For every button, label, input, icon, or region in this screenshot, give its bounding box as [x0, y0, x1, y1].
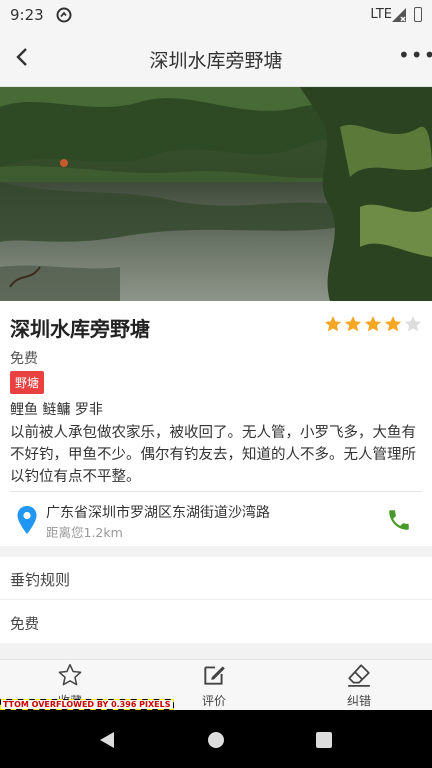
rules-value: 免费	[10, 617, 39, 633]
star-outline-icon	[58, 663, 82, 686]
spot-type-badge: 野塘	[10, 371, 45, 394]
report-error-label: 纠错	[346, 694, 371, 708]
review-button[interactable]: 评价	[174, 662, 254, 709]
location-pin-icon	[17, 506, 37, 534]
star-filled-icon	[344, 316, 362, 332]
spot-info-card: 深圳水库旁野塘 免费 野塘 鲤鱼 鲢鳙 罗非 以前被人承包做农家乐，被收回了。无…	[0, 301, 432, 546]
rating-stars	[324, 315, 422, 333]
overflow-warning-text: TTOM OVERFLOWED BY 0.396 PIXELS	[1, 700, 173, 709]
divider	[10, 491, 422, 492]
star-filled-icon	[364, 316, 382, 332]
divider	[0, 599, 432, 600]
fish-species: 鲤鱼 鲢鳙 罗非	[10, 402, 103, 418]
network-type: LTE	[370, 7, 392, 22]
edit-icon	[204, 666, 225, 685]
eraser-icon	[348, 664, 370, 687]
fishing-rules-section: 垂钓规则 免费	[0, 557, 432, 643]
system-nav-bar	[0, 710, 432, 768]
phone-icon[interactable]	[386, 507, 412, 533]
more-menu-icon[interactable]: •••	[398, 45, 432, 68]
spot-photo	[0, 87, 432, 301]
do-not-disturb-icon	[56, 7, 72, 23]
nav-home-icon[interactable]	[206, 730, 226, 750]
star-filled-icon	[384, 316, 402, 332]
status-bar: 9:23 LTE	[0, 0, 432, 30]
spot-price: 免费	[10, 351, 38, 367]
rules-heading: 垂钓规则	[10, 571, 71, 589]
status-time: 9:23	[10, 6, 44, 24]
spot-name: 深圳水库旁野塘	[10, 317, 150, 341]
overflow-warning: TTOM OVERFLOWED BY 0.396 PIXELS	[0, 699, 174, 710]
battery-icon	[414, 7, 422, 22]
signal-icon	[392, 8, 406, 22]
page-title: 深圳水库旁野塘	[149, 50, 283, 72]
spot-description: 以前被人承包做农家乐，被收回了。无人管，小罗飞多，大鱼有不好钓，甲鱼不少。偶尔有…	[10, 425, 416, 485]
review-label: 评价	[201, 694, 226, 708]
spot-address[interactable]: 广东省深圳市罗湖区东湖街道沙湾路	[46, 502, 270, 522]
star-empty-icon	[404, 316, 422, 332]
nav-recents-icon[interactable]	[314, 730, 334, 750]
spot-distance: 距离您1.2km	[46, 525, 123, 540]
pond-image	[0, 87, 432, 301]
app-bar: 深圳水库旁野塘 •••	[0, 30, 432, 87]
report-error-button[interactable]: 纠错	[319, 662, 399, 709]
star-filled-icon	[324, 316, 342, 332]
nav-back-icon[interactable]	[97, 730, 117, 750]
